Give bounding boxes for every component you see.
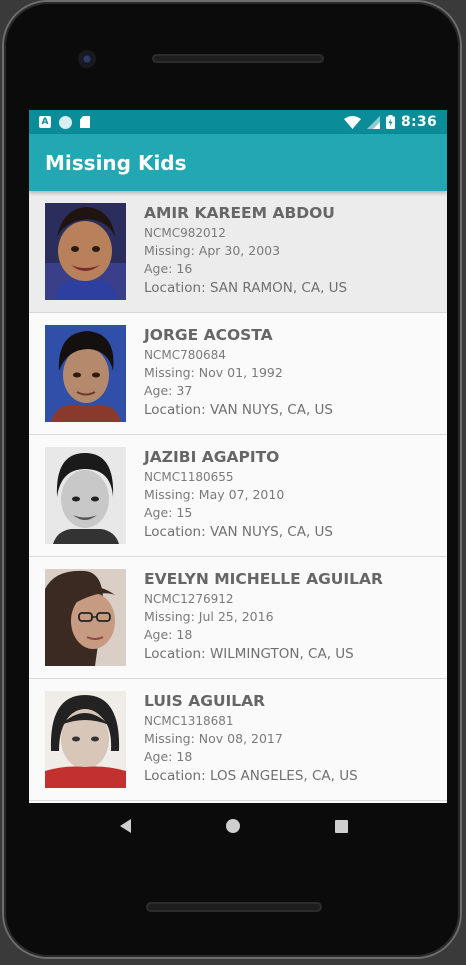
list-item[interactable]: JAZIBI AGAPITO NCMC1180655 Missing: May … [29, 435, 447, 557]
a-notification-icon: A [39, 116, 51, 128]
recents-icon[interactable] [335, 819, 348, 833]
child-photo [45, 447, 126, 544]
child-name: JORGE ACOSTA [144, 326, 273, 344]
child-photo [45, 569, 126, 666]
child-age: Age: 18 [144, 627, 193, 642]
child-location: Location: SAN RAMON, CA, US [144, 280, 348, 296]
child-name: JAZIBI AGAPITO [144, 448, 280, 466]
screen: A 8:36 Missing Kids AMIR KAREEM ABDOU NC… [29, 110, 447, 803]
earpiece-speaker [152, 54, 324, 63]
child-name: EVELYN MICHELLE AGUILAR [144, 570, 383, 588]
back-icon[interactable] [120, 819, 131, 833]
child-location: Location: VAN NUYS, CA, US [144, 402, 334, 418]
case-number: NCMC1180655 [144, 470, 234, 484]
child-name: AMIR KAREEM ABDOU [144, 204, 335, 222]
child-location: Location: VAN NUYS, CA, US [144, 524, 334, 540]
child-photo [45, 203, 126, 300]
list-item[interactable]: LUIS AGUILAR NCMC1318681 Missing: Nov 08… [29, 679, 447, 801]
app-bar: Missing Kids [29, 134, 447, 191]
child-name: LUIS AGUILAR [144, 692, 266, 710]
child-age: Age: 15 [144, 505, 193, 520]
child-age: Age: 18 [144, 749, 193, 764]
list-item[interactable]: AMIR KAREEM ABDOU NCMC982012 Missing: Ap… [29, 191, 447, 313]
missing-date: Missing: Apr 30, 2003 [144, 243, 281, 258]
sd-card-icon [80, 116, 90, 128]
missing-date: Missing: May 07, 2010 [144, 487, 285, 502]
status-bar: A 8:36 [29, 110, 447, 134]
child-location: Location: LOS ANGELES, CA, US [144, 768, 358, 784]
case-number: NCMC780684 [144, 348, 226, 362]
signal-icon [366, 115, 380, 129]
case-number: NCMC982012 [144, 226, 226, 240]
home-icon[interactable] [226, 819, 240, 833]
app-title: Missing Kids [45, 150, 187, 175]
child-photo [45, 691, 126, 788]
case-number: NCMC1276912 [144, 592, 234, 606]
child-location: Location: WILMINGTON, CA, US [144, 646, 354, 662]
circle-notification-icon [59, 115, 72, 129]
status-time: 8:36 [400, 114, 437, 130]
missing-date: Missing: Nov 01, 1992 [144, 365, 283, 380]
front-camera [78, 50, 96, 68]
child-age: Age: 37 [144, 383, 193, 398]
battery-icon [385, 115, 395, 129]
list-item[interactable]: JORGE ACOSTA NCMC780684 Missing: Nov 01,… [29, 313, 447, 435]
child-photo [45, 325, 126, 422]
list-item[interactable]: EVELYN MICHELLE AGUILAR NCMC1276912 Miss… [29, 557, 447, 679]
missing-kids-list[interactable]: AMIR KAREEM ABDOU NCMC982012 Missing: Ap… [29, 191, 447, 801]
missing-date: Missing: Jul 25, 2016 [144, 609, 274, 624]
bottom-speaker [146, 902, 322, 912]
navigation-bar [25, 801, 443, 851]
missing-date: Missing: Nov 08, 2017 [144, 731, 283, 746]
wifi-icon [343, 115, 361, 129]
case-number: NCMC1318681 [144, 714, 234, 728]
child-age: Age: 16 [144, 261, 193, 276]
